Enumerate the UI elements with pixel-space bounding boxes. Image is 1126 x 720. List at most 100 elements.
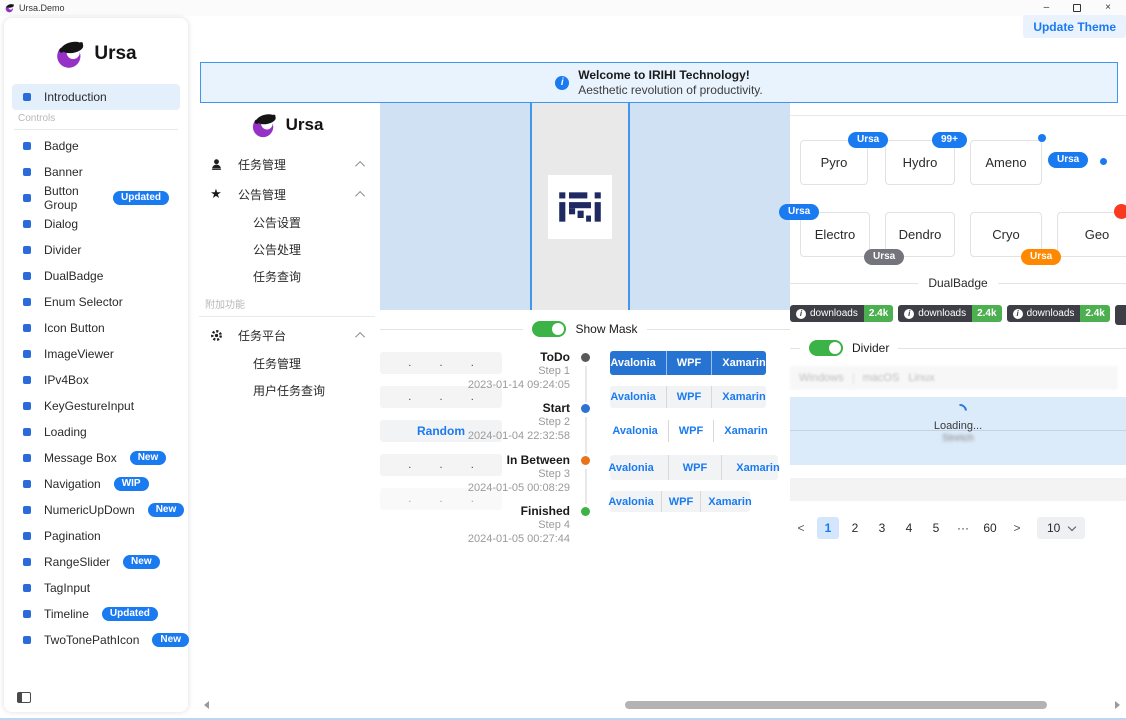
page-button-60[interactable]: 60	[979, 517, 1001, 539]
dualbadge-divider-label: DualBadge	[928, 276, 987, 290]
timeline-connector	[585, 366, 587, 402]
xamarin-button[interactable]: Xamarin	[711, 386, 775, 408]
app-logo-icon	[5, 3, 15, 13]
close-button[interactable]: ×	[1105, 3, 1111, 13]
avalonia-button[interactable]: Avalonia	[601, 491, 660, 512]
next-page-button[interactable]: >	[1006, 517, 1028, 539]
avalonia-button[interactable]: Avalonia	[600, 386, 665, 408]
bullet-icon	[23, 246, 31, 254]
timeline-dot-todo	[581, 353, 590, 362]
avalonia-button[interactable]: Avalonia	[600, 351, 665, 375]
minimize-button[interactable]: –	[1044, 3, 1050, 13]
menu-group-label: 任务平台	[238, 327, 286, 344]
sidebar-item-navigation[interactable]: NavigationWIP	[12, 471, 180, 497]
sidebar-item-label: ImageViewer	[44, 347, 114, 361]
update-theme-button[interactable]: Update Theme	[1023, 15, 1126, 38]
sidebar-item-badge[interactable]: Badge	[12, 133, 180, 159]
sidebar-item-rangeslider[interactable]: RangeSliderNew	[12, 549, 180, 575]
sidebar-item-dialog[interactable]: Dialog	[12, 211, 180, 237]
sidebar-item-dualbadge[interactable]: DualBadge	[12, 263, 180, 289]
xamarin-button[interactable]: Xamarin	[711, 351, 775, 375]
banner-subtitle: Aesthetic revolution of productivity.	[578, 83, 763, 98]
wpf-button[interactable]: WPF	[668, 420, 713, 442]
loading-spinner-icon	[950, 401, 970, 421]
timeline-date: 2023-01-14 09:24:05	[430, 378, 570, 392]
sidebar: Ursa Introduction Controls Badge Banner …	[4, 18, 188, 712]
page-button-1[interactable]: 1	[817, 517, 839, 539]
menu-item-announcement-settings[interactable]: 公告设置	[195, 209, 379, 236]
divider-line	[898, 348, 1126, 349]
sidebar-item-introduction[interactable]: Introduction	[12, 84, 180, 110]
prev-page-button[interactable]: <	[790, 517, 812, 539]
maximize-button[interactable]	[1073, 4, 1081, 12]
menu-item-task-query[interactable]: 任务查询	[195, 263, 379, 290]
sidebar-item-label: TagInput	[44, 581, 90, 595]
sidebar-item-ipv4box[interactable]: IPv4Box	[12, 367, 180, 393]
avalonia-button[interactable]: Avalonia	[602, 420, 667, 442]
sidebar-section-controls: Controls	[14, 110, 178, 130]
bullet-icon	[23, 636, 31, 644]
wpf-button[interactable]: WPF	[661, 491, 700, 512]
page-size-select[interactable]: 10	[1037, 517, 1085, 539]
standalone-ursa-badge: Ursa	[1048, 152, 1088, 168]
sidebar-item-pagination[interactable]: Pagination	[12, 523, 180, 549]
star-icon: ★	[209, 187, 223, 201]
sidebar-item-icon-button[interactable]: Icon Button	[12, 315, 180, 341]
xamarin-button[interactable]: Xamarin	[713, 420, 777, 442]
bullet-icon	[23, 558, 31, 566]
sidebar-item-keygestureinput[interactable]: KeyGestureInput	[12, 393, 180, 419]
sidebar-item-label: Introduction	[44, 90, 107, 104]
welcome-banner: i Welcome to IRIHI Technology! Aesthetic…	[200, 62, 1118, 103]
wpf-button[interactable]: WPF	[668, 455, 721, 480]
sidebar-item-numericupdown[interactable]: NumericUpDownNew	[12, 497, 180, 523]
sidebar-item-label: Banner	[44, 165, 83, 179]
sidebar-item-banner[interactable]: Banner	[12, 159, 180, 185]
info-icon: i	[555, 76, 569, 90]
ursa-logo-icon	[55, 38, 87, 70]
xamarin-button[interactable]: Xamarin	[721, 455, 793, 480]
bullet-icon	[23, 220, 31, 228]
show-mask-toggle[interactable]	[532, 321, 566, 337]
divider-toggle[interactable]	[809, 340, 843, 356]
page-button-3[interactable]: 3	[871, 517, 893, 539]
menu-item-task-management[interactable]: 任务管理	[195, 350, 379, 377]
timeline-step: Step 4	[430, 518, 570, 532]
dual-badge-key: idownloads	[1007, 305, 1081, 322]
sidebar-item-enum-selector[interactable]: Enum Selector	[12, 289, 180, 315]
sidebar-item-taginput[interactable]: TagInput	[12, 575, 180, 601]
sidebar-item-twotonepathicon[interactable]: TwoTonePathIconNew	[12, 627, 180, 653]
image-viewer[interactable]	[380, 103, 790, 310]
wpf-button[interactable]: WPF	[666, 351, 711, 375]
octet-separator: .	[408, 391, 411, 403]
sidebar-item-divider[interactable]: Divider	[12, 237, 180, 263]
dual-badge-key: idownloads	[1115, 305, 1126, 325]
timeline-date: 2024-01-04 22:32:58	[430, 429, 570, 443]
dualbadge-divider: DualBadge	[790, 276, 1126, 290]
menu-group-task-management[interactable]: 任务管理	[195, 149, 379, 179]
wpf-button[interactable]: WPF	[666, 386, 711, 408]
page-button-5[interactable]: 5	[925, 517, 947, 539]
page-ellipsis[interactable]: ···	[952, 517, 974, 539]
sidebar-item-loading[interactable]: Loading	[12, 419, 180, 445]
scroll-right-arrow[interactable]	[1115, 701, 1120, 709]
divider-demo-label: Divider	[852, 341, 889, 355]
sidebar-item-message-box[interactable]: Message BoxNew	[12, 445, 180, 471]
avalonia-button[interactable]: Avalonia	[594, 455, 667, 480]
menu-item-user-task-query[interactable]: 用户任务查询	[195, 377, 379, 404]
divider-line	[647, 329, 790, 330]
scrollbar-thumb[interactable]	[625, 701, 1047, 709]
sidebar-item-imageviewer[interactable]: ImageViewer	[12, 341, 180, 367]
scroll-left-arrow[interactable]	[204, 701, 209, 709]
bullet-icon	[23, 272, 31, 280]
dual-badge-key: idownloads	[790, 305, 864, 322]
sidebar-item-timeline[interactable]: TimelineUpdated	[12, 601, 180, 627]
page-button-2[interactable]: 2	[844, 517, 866, 539]
sidebar-item-button-group[interactable]: Button GroupUpdated	[12, 185, 180, 211]
timeline-title: Finished	[430, 504, 570, 518]
menu-group-task-platform[interactable]: 任务平台	[195, 320, 379, 350]
xamarin-button[interactable]: Xamarin	[700, 491, 758, 512]
menu-group-announcement[interactable]: ★ 公告管理	[195, 179, 379, 209]
menu-item-announcement-process[interactable]: 公告处理	[195, 236, 379, 263]
page-button-4[interactable]: 4	[898, 517, 920, 539]
sidebar-collapse-icon[interactable]	[17, 692, 31, 703]
